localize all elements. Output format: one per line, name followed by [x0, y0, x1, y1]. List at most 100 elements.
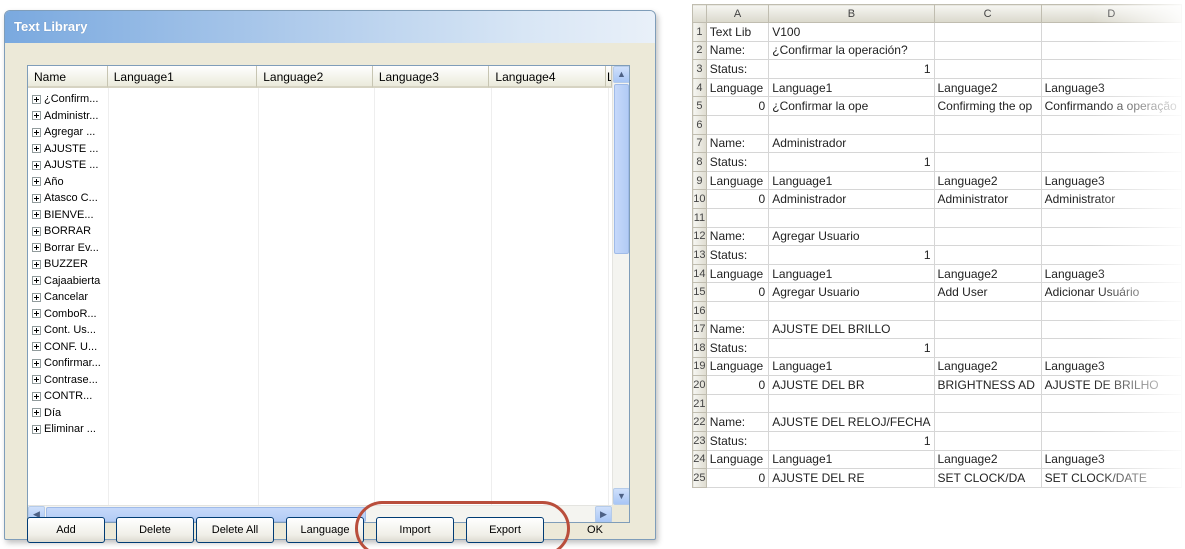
scroll-down-arrow-icon[interactable]: ▼: [613, 488, 629, 505]
cell-d[interactable]: [1040, 40, 1182, 61]
row-number[interactable]: 25: [692, 468, 707, 488]
cell-b[interactable]: AJUSTE DEL BRILLO: [768, 319, 935, 340]
cell-d[interactable]: [1040, 59, 1182, 79]
expand-plus-icon[interactable]: [32, 144, 41, 154]
list-item[interactable]: Día: [28, 405, 123, 422]
cell-d[interactable]: Language3: [1040, 356, 1182, 377]
cell-d[interactable]: [1040, 245, 1182, 265]
expand-plus-icon[interactable]: [32, 177, 41, 187]
column-header-language4[interactable]: Language4: [489, 66, 607, 88]
cell-d[interactable]: [1040, 393, 1182, 414]
cell-d[interactable]: Language3: [1040, 77, 1182, 98]
cell-b[interactable]: ¿Confirmar la operación?: [768, 40, 935, 61]
row-number[interactable]: 18: [692, 338, 707, 358]
cell-c[interactable]: [933, 319, 1042, 340]
cell-a[interactable]: Name:: [705, 133, 770, 154]
cell-b[interactable]: [768, 114, 935, 135]
cell-c[interactable]: [933, 338, 1042, 358]
expand-plus-icon[interactable]: [32, 309, 41, 319]
cell-c[interactable]: [933, 22, 1042, 42]
expand-plus-icon[interactable]: [32, 342, 41, 352]
cell-a[interactable]: Language: [705, 77, 770, 98]
delete-button[interactable]: Delete: [116, 517, 194, 543]
cell-d[interactable]: AJUSTE DE BRILHO: [1040, 375, 1182, 395]
cell-c[interactable]: Language2: [933, 263, 1042, 284]
cell-c[interactable]: Language2: [933, 170, 1042, 191]
row-number[interactable]: 5: [692, 96, 707, 116]
expand-plus-icon[interactable]: [32, 391, 41, 401]
cell-b[interactable]: Language1: [768, 263, 935, 284]
list-item[interactable]: Cancelar: [28, 289, 123, 306]
expand-plus-icon[interactable]: [32, 325, 41, 335]
list-item[interactable]: AJUSTE ...: [28, 157, 123, 174]
cell-b[interactable]: 1: [768, 59, 935, 79]
cell-a[interactable]: Status:: [705, 245, 770, 265]
column-header-a[interactable]: A: [705, 4, 770, 23]
cell-b[interactable]: [768, 393, 935, 414]
cell-b[interactable]: Language1: [768, 77, 935, 98]
cell-a[interactable]: Status:: [705, 152, 770, 172]
cell-c[interactable]: Add User: [933, 282, 1042, 302]
expand-plus-icon[interactable]: [32, 111, 41, 121]
cell-c[interactable]: [933, 40, 1042, 61]
cell-a[interactable]: Language: [705, 170, 770, 191]
cell-a[interactable]: 0: [705, 96, 770, 116]
list-item[interactable]: Confirmar...: [28, 355, 123, 372]
cell-b[interactable]: Language1: [768, 170, 935, 191]
list-item[interactable]: CONTR...: [28, 388, 123, 405]
row-number[interactable]: 10: [692, 189, 707, 209]
row-number[interactable]: 19: [692, 356, 707, 377]
cell-a[interactable]: 0: [705, 189, 770, 209]
list-item[interactable]: Año: [28, 174, 123, 191]
column-header-d[interactable]: D: [1040, 4, 1182, 23]
list-item[interactable]: Administr...: [28, 108, 123, 125]
cell-c[interactable]: [933, 133, 1042, 154]
cell-a[interactable]: Status:: [705, 338, 770, 358]
row-number[interactable]: 21: [692, 393, 707, 414]
cell-b[interactable]: [768, 207, 935, 228]
cell-c[interactable]: [933, 226, 1042, 247]
cell-b[interactable]: Agregar Usuario: [768, 282, 935, 302]
column-header-language1[interactable]: Language1: [107, 66, 258, 88]
row-number[interactable]: 1: [692, 22, 707, 42]
cell-d[interactable]: [1040, 114, 1182, 135]
row-number[interactable]: 3: [692, 59, 707, 79]
list-item[interactable]: ComboR...: [28, 306, 123, 323]
cell-d[interactable]: Language3: [1040, 449, 1182, 470]
expand-plus-icon[interactable]: [32, 259, 41, 269]
cell-a[interactable]: [705, 393, 770, 414]
row-number[interactable]: 24: [692, 449, 707, 470]
cell-d[interactable]: [1040, 319, 1182, 340]
cell-d[interactable]: SET CLOCK/DATE: [1040, 468, 1182, 488]
cell-c[interactable]: [933, 412, 1042, 433]
add-button[interactable]: Add: [27, 517, 105, 543]
cell-d[interactable]: Language3: [1040, 263, 1182, 284]
cell-b[interactable]: AJUSTE DEL BR: [768, 375, 935, 395]
expand-plus-icon[interactable]: [32, 375, 41, 385]
cell-b[interactable]: Administrador: [768, 133, 935, 154]
cell-d[interactable]: Adicionar Usuário: [1040, 282, 1182, 302]
expand-plus-icon[interactable]: [32, 193, 41, 203]
row-number[interactable]: 4: [692, 77, 707, 98]
list-item[interactable]: Cont. Us...: [28, 322, 123, 339]
cell-a[interactable]: Language: [705, 449, 770, 470]
row-number[interactable]: 17: [692, 319, 707, 340]
cell-c[interactable]: [933, 114, 1042, 135]
list-item[interactable]: ¿Confirm...: [28, 91, 123, 108]
cell-d[interactable]: [1040, 133, 1182, 154]
list-item[interactable]: Cajaabierta: [28, 273, 123, 290]
cell-b[interactable]: AJUSTE DEL RE: [768, 468, 935, 488]
cell-c[interactable]: Language2: [933, 449, 1042, 470]
list-item[interactable]: Borrar Ev...: [28, 240, 123, 257]
cell-c[interactable]: [933, 431, 1042, 451]
row-number[interactable]: 22: [692, 412, 707, 433]
cell-b[interactable]: Administrador: [768, 189, 935, 209]
list-item[interactable]: Contrase...: [28, 372, 123, 389]
cell-a[interactable]: Name:: [705, 40, 770, 61]
cell-b[interactable]: V100: [768, 22, 935, 42]
cell-a[interactable]: Name:: [705, 412, 770, 433]
expand-plus-icon[interactable]: [32, 408, 41, 418]
cell-d[interactable]: [1040, 226, 1182, 247]
cell-d[interactable]: Administrator: [1040, 189, 1182, 209]
cell-d[interactable]: Language3: [1040, 170, 1182, 191]
